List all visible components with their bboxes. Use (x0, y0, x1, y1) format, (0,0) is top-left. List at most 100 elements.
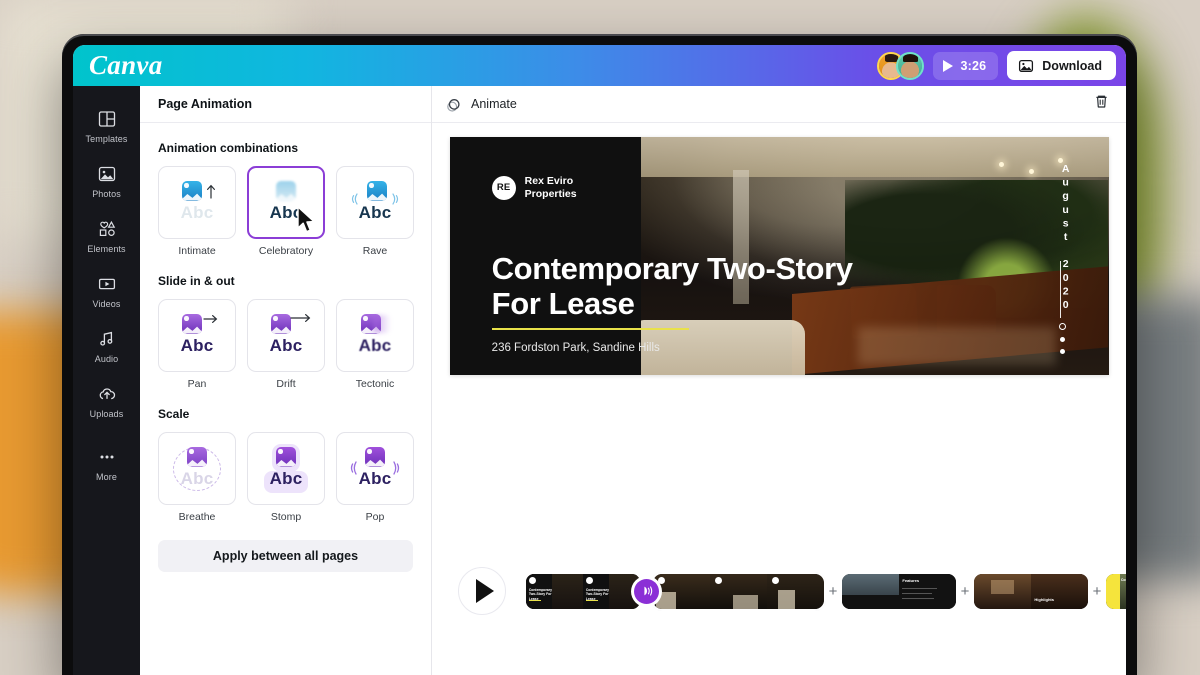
animate-circles-icon (447, 98, 460, 112)
left-sidebar: Templates Photos Elements Videos Audio U… (73, 86, 140, 675)
animation-option-intimate[interactable]: Abc Intimate (158, 166, 236, 257)
timeline-thumbnail[interactable]: Contemporary Two-Story For Lease (583, 573, 640, 609)
image-glyph (271, 313, 291, 334)
section-title: Scale (158, 407, 190, 421)
timeline-clip-group[interactable]: Contact us Contact us (1106, 573, 1126, 609)
thumb-title-line: Highlights (1034, 596, 1054, 602)
animation-preview-glyph: Abc (347, 179, 403, 227)
animation-card[interactable]: Abc (336, 432, 414, 505)
timeline-thumbnail[interactable] (710, 573, 767, 609)
slide-dots (1059, 322, 1067, 354)
download-button[interactable]: Download (1007, 51, 1116, 80)
uploads-icon (99, 388, 115, 400)
sidebar-item-label: Elements (87, 244, 126, 254)
section-title: Animation combinations (158, 141, 299, 155)
slide-accent-rule (491, 327, 690, 330)
add-transition-separator[interactable]: + (824, 583, 842, 600)
animation-option-rave[interactable]: Abc Rave (336, 166, 414, 257)
collaborator-avatars[interactable] (877, 51, 925, 80)
editor-main: Animate RE Rex Eviro Properties Contempo… (432, 86, 1126, 675)
delete-button[interactable] (1093, 93, 1110, 115)
section-scale: Scale Abc Breathe Abc Stomp Abc Pop (158, 407, 414, 523)
card-row: Abc Pan Abc Drift Abc Tectonic (158, 299, 414, 390)
sidebar-item-label: Videos (92, 299, 121, 309)
animation-option-breathe[interactable]: Abc Breathe (158, 432, 236, 523)
animation-option-drift[interactable]: Abc Drift (247, 299, 325, 390)
image-glyph (182, 313, 202, 334)
add-transition-separator[interactable]: + (956, 583, 974, 600)
animation-preview-glyph: Abc (347, 312, 403, 360)
timeline-clip-group[interactable]: Features (842, 573, 956, 609)
animation-option-celebratory[interactable]: Abc Celebratory (247, 166, 325, 257)
animate-button[interactable]: Animate (446, 96, 517, 113)
app-topbar: Canva 3:26 Download (73, 45, 1126, 86)
image-glyph (367, 180, 387, 201)
slide-address[interactable]: 236 Fordston Park, Sandine Hills (492, 342, 660, 354)
slide-logo: RE Rex Eviro Properties (491, 175, 577, 200)
animation-preview-glyph: Abc (258, 443, 314, 493)
slide-canvas[interactable]: RE Rex Eviro Properties Contemporary Two… (449, 137, 1109, 375)
transition-badge[interactable] (634, 578, 659, 604)
animation-card-label: Pop (365, 511, 385, 523)
sidebar-item-audio[interactable]: Audio (73, 318, 140, 373)
glyph-text: Abc (180, 468, 214, 488)
animation-card-selected[interactable]: Abc (247, 166, 325, 239)
glyph-text: Abc (358, 468, 392, 488)
timeline-clip-group-selected[interactable] (651, 571, 826, 611)
sidebar-item-label: Uploads (89, 409, 124, 419)
image-icon (1019, 59, 1034, 72)
timeline-thumbnail-highlights[interactable]: Highlights (1031, 573, 1088, 609)
timeline-thumbnail[interactable] (974, 573, 1031, 609)
logo-name-line1: Rex Eviro (524, 175, 574, 188)
apply-between-all-pages-button[interactable]: Apply between all pages (158, 540, 413, 572)
animation-option-pop[interactable]: Abc Pop (336, 432, 414, 523)
animation-option-tectonic[interactable]: Abc Tectonic (336, 299, 414, 390)
timeline-thumbnail[interactable] (842, 573, 899, 609)
timeline-play-button[interactable] (458, 567, 506, 615)
animation-card[interactable]: Abc (158, 299, 236, 372)
sidebar-item-photos[interactable]: Photos (73, 153, 140, 208)
animation-card[interactable]: Abc (336, 166, 414, 239)
sidebar-item-templates[interactable]: Templates (73, 98, 140, 153)
avatar[interactable] (896, 51, 925, 80)
animation-card-label: Intimate (178, 245, 216, 257)
arrow-up-icon (207, 184, 215, 199)
section-title: Slide in & out (158, 274, 235, 288)
more-icon (100, 455, 113, 459)
timeline-clip-group[interactable]: Highlights (974, 573, 1088, 609)
sidebar-item-uploads[interactable]: Uploads (73, 373, 140, 428)
timeline-clip-group[interactable]: Contemporary Two-Story For Lease Contemp… (526, 573, 640, 609)
glyph-text: Abc (180, 202, 214, 222)
timeline-thumbnail[interactable]: Contemporary Two-Story For Lease (526, 573, 583, 609)
sidebar-item-videos[interactable]: Videos (73, 263, 140, 318)
glyph-text: Abc (358, 335, 392, 355)
trash-icon (1096, 95, 1107, 108)
section-slide-in-out: Slide in & out Abc Pan Abc Drift Abc Tec… (158, 274, 414, 390)
add-transition-separator[interactable]: + (1088, 583, 1106, 600)
animation-card[interactable]: Abc (158, 166, 236, 239)
slide-headline[interactable]: Contemporary Two-Story For Lease (492, 251, 901, 321)
sidebar-item-more[interactable]: More (73, 436, 140, 491)
templates-icon (98, 111, 115, 127)
timeline-thumbnail-features[interactable]: Features (899, 573, 956, 609)
logo-name: Rex Eviro Properties (525, 175, 577, 200)
sidebar-item-elements[interactable]: Elements (73, 208, 140, 263)
glyph-text: Abc (269, 468, 303, 488)
timeline-thumbnail[interactable] (767, 573, 824, 609)
animation-option-pan[interactable]: Abc Pan (158, 299, 236, 390)
canva-logo[interactable]: Canva (89, 52, 163, 79)
animation-option-stomp[interactable]: Abc Stomp (247, 432, 325, 523)
photos-icon (98, 166, 115, 182)
animation-card[interactable]: Abc (336, 299, 414, 372)
timeline-thumbnail-contact[interactable]: Contact us (1106, 573, 1126, 609)
arrow-right-long-icon (290, 313, 311, 322)
timeline-thumbnail[interactable] (653, 573, 710, 609)
animation-card[interactable]: Abc (247, 432, 325, 505)
videos-icon (98, 278, 115, 290)
animation-card[interactable]: Abc (158, 432, 236, 505)
panel-header: Page Animation (140, 86, 431, 123)
preview-play-button[interactable]: 3:26 (933, 51, 999, 80)
animation-card[interactable]: Abc (247, 299, 325, 372)
glyph-text: Abc (269, 335, 303, 355)
play-icon (943, 59, 954, 72)
